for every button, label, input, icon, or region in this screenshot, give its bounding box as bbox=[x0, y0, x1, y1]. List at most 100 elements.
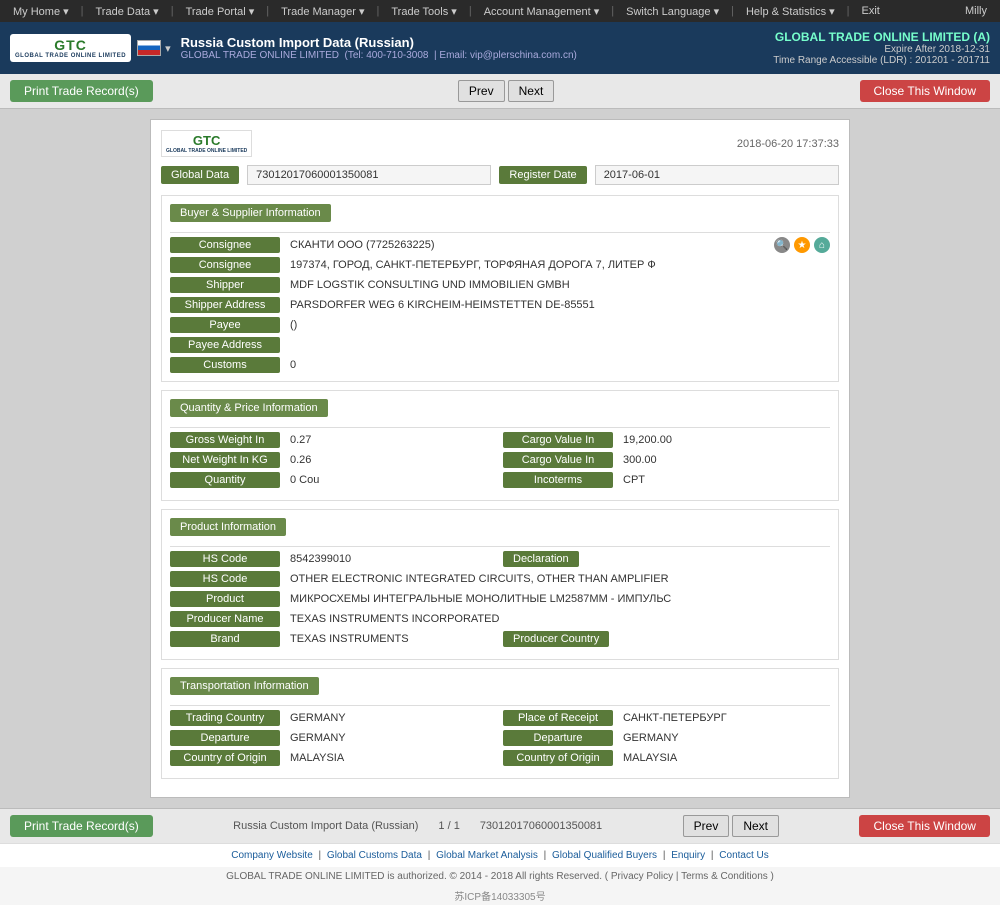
header-contact: GLOBAL TRADE ONLINE LIMITED (Tel: 400-71… bbox=[181, 50, 577, 61]
departure-label-1: Departure bbox=[170, 730, 280, 746]
footer-id: 73012017060001350081 bbox=[480, 820, 602, 832]
register-date-value: 2017-06-01 bbox=[595, 165, 839, 185]
departure-row: Departure GERMANY Departure GERMANY bbox=[170, 730, 830, 746]
quantity-label: Quantity bbox=[170, 472, 280, 488]
bottom-prev-button[interactable]: Prev bbox=[683, 815, 730, 837]
producer-name-label: Producer Name bbox=[170, 611, 280, 627]
link-market-analysis[interactable]: Global Market Analysis bbox=[436, 850, 538, 861]
producer-name-row: Producer Name TEXAS INSTRUMENTS INCORPOR… bbox=[170, 611, 830, 627]
gto-link: GLOBAL TRADE ONLINE LIMITED (A) bbox=[773, 30, 990, 44]
payee-row: Payee () bbox=[170, 317, 830, 333]
record-timestamp: 2018-06-20 17:37:33 bbox=[737, 138, 839, 150]
buyer-supplier-section: Buyer & Supplier Information Consignee С… bbox=[161, 195, 839, 382]
brand-value: TEXAS INSTRUMENTS bbox=[286, 631, 497, 647]
register-date-label: Register Date bbox=[499, 166, 586, 184]
record-card: GTC GLOBAL TRADE ONLINE LIMITED 2018-06-… bbox=[150, 119, 850, 798]
link-contact[interactable]: Contact Us bbox=[719, 850, 768, 861]
trading-country-label: Trading Country bbox=[170, 710, 280, 726]
nav-help[interactable]: Help & Statistics ▾ bbox=[741, 5, 840, 18]
country-origin-row: Country of Origin MALAYSIA Country of Or… bbox=[170, 750, 830, 766]
nav-tradetools[interactable]: Trade Tools ▾ bbox=[386, 5, 461, 18]
transportation-header: Transportation Information bbox=[170, 677, 830, 701]
logo-area: GTC GLOBAL TRADE ONLINE LIMITED ▾ bbox=[10, 34, 171, 62]
incoterms-label: Incoterms bbox=[503, 472, 613, 488]
producer-name-value: TEXAS INSTRUMENTS INCORPORATED bbox=[286, 611, 830, 627]
copyright-text: GLOBAL TRADE ONLINE LIMITED is authorize… bbox=[0, 867, 1000, 886]
country-info: Russia Custom Import Data (Russian) GLOB… bbox=[181, 35, 577, 61]
nav-account[interactable]: Account Management ▾ bbox=[479, 5, 605, 18]
logo-gto: GTC bbox=[54, 37, 87, 53]
product-value: МИКРОСХЕМЫ ИНТЕГРАЛЬНЫЕ МОНОЛИТНЫЕ LM258… bbox=[286, 591, 830, 607]
payee-address-value bbox=[286, 343, 830, 347]
nav-exit[interactable]: Exit bbox=[857, 5, 885, 17]
link-global-customs[interactable]: Global Customs Data bbox=[327, 850, 422, 861]
quantity-price-section: Quantity & Price Information Gross Weigh… bbox=[161, 390, 839, 501]
record-logo-box: GTC GLOBAL TRADE ONLINE LIMITED bbox=[161, 130, 252, 157]
top-prev-button[interactable]: Prev bbox=[458, 80, 505, 102]
header-right: GLOBAL TRADE ONLINE LIMITED (A) Expire A… bbox=[773, 30, 990, 66]
brand-label: Brand bbox=[170, 631, 280, 647]
departure-label-2: Departure bbox=[503, 730, 613, 746]
product-row: Product МИКРОСХЕМЫ ИНТЕГРАЛЬНЫЕ МОНОЛИТН… bbox=[170, 591, 830, 607]
nav-language[interactable]: Switch Language ▾ bbox=[621, 5, 724, 18]
consignee-value-1: СКАНТИ ООО (7725263225) bbox=[286, 237, 768, 253]
nav-trademanager[interactable]: Trade Manager ▾ bbox=[276, 5, 369, 18]
top-navigation: My Home ▾ | Trade Data ▾ | Trade Portal … bbox=[0, 0, 1000, 22]
shipper-label: Shipper bbox=[170, 277, 280, 293]
link-company-website[interactable]: Company Website bbox=[231, 850, 313, 861]
top-next-button[interactable]: Next bbox=[508, 80, 555, 102]
link-qualified-buyers[interactable]: Global Qualified Buyers bbox=[552, 850, 657, 861]
product-label: Product bbox=[170, 591, 280, 607]
global-data-label: Global Data bbox=[161, 166, 239, 184]
bottom-links: Company Website | Global Customs Data | … bbox=[0, 843, 1000, 867]
transportation-section: Transportation Information Trading Count… bbox=[161, 668, 839, 779]
top-print-button[interactable]: Print Trade Record(s) bbox=[10, 80, 153, 102]
record-logo: GTC GLOBAL TRADE ONLINE LIMITED bbox=[161, 130, 252, 157]
customs-label: Customs bbox=[170, 357, 280, 373]
country-origin-value-2: MALAYSIA bbox=[619, 750, 830, 766]
home-icon[interactable]: ⌂ bbox=[814, 237, 830, 253]
nav-tradedata[interactable]: Trade Data ▾ bbox=[91, 5, 164, 18]
flag-icon bbox=[137, 40, 161, 56]
declaration-button[interactable]: Declaration bbox=[503, 551, 579, 567]
nav-tradeportal[interactable]: Trade Portal ▾ bbox=[181, 5, 260, 18]
producer-country-button[interactable]: Producer Country bbox=[503, 631, 609, 647]
star-icon[interactable]: ★ bbox=[794, 237, 810, 253]
country-origin-value-1: MALAYSIA bbox=[286, 750, 497, 766]
quantity-price-header: Quantity & Price Information bbox=[170, 399, 830, 423]
trading-country-value: GERMANY bbox=[286, 710, 497, 726]
bottom-print-button[interactable]: Print Trade Record(s) bbox=[10, 815, 153, 837]
consignee-row-2: Consignee 197374, ГОРОД, САНКТ-ПЕТЕРБУРГ… bbox=[170, 257, 830, 273]
payee-address-label: Payee Address bbox=[170, 337, 280, 353]
footer-info: Russia Custom Import Data (Russian) 1 / … bbox=[233, 820, 602, 832]
footer-source: Russia Custom Import Data (Russian) bbox=[233, 820, 418, 832]
departure-value-2: GERMANY bbox=[619, 730, 830, 746]
global-data-row: Global Data 73012017060001350081 Registe… bbox=[161, 165, 839, 185]
flag-area: ▾ bbox=[137, 40, 171, 56]
buyer-supplier-header: Buyer & Supplier Information bbox=[170, 204, 830, 228]
incoterms-value: CPT bbox=[619, 472, 830, 488]
hs-code-top-row: HS Code 8542399010 Declaration bbox=[170, 551, 830, 567]
net-weight-row: Net Weight In KG 0.26 Cargo Value In 300… bbox=[170, 452, 830, 468]
top-close-button[interactable]: Close This Window bbox=[860, 80, 990, 102]
hs-desc-row: HS Code OTHER ELECTRONIC INTEGRATED CIRC… bbox=[170, 571, 830, 587]
product-header: Product Information bbox=[170, 518, 830, 542]
consignee-label-2: Consignee bbox=[170, 257, 280, 273]
top-toolbar: Print Trade Record(s) Prev Next Close Th… bbox=[0, 74, 1000, 109]
flag-dropdown[interactable]: ▾ bbox=[165, 42, 171, 55]
hs-code-value-1: 8542399010 bbox=[286, 551, 497, 567]
nav-myhome[interactable]: My Home ▾ bbox=[8, 5, 74, 18]
departure-value-1: GERMANY bbox=[286, 730, 497, 746]
time-range: Time Range Accessible (LDR) : 201201 - 2… bbox=[773, 55, 990, 66]
link-enquiry[interactable]: Enquiry bbox=[671, 850, 705, 861]
net-weight-value: 0.26 bbox=[286, 452, 497, 468]
net-weight-label: Net Weight In KG bbox=[170, 452, 280, 468]
consignee-row-1: Consignee СКАНТИ ООО (7725263225) 🔍 ★ ⌂ bbox=[170, 237, 830, 253]
cargo-value-1: 19,200.00 bbox=[619, 432, 830, 448]
cargo-value-label-1: Cargo Value In bbox=[503, 432, 613, 448]
place-of-receipt-value: САНКТ-ПЕТЕРБУРГ bbox=[619, 710, 830, 726]
bottom-next-button[interactable]: Next bbox=[732, 815, 779, 837]
search-icon[interactable]: 🔍 bbox=[774, 237, 790, 253]
shipper-row: Shipper MDF LOGSTIK CONSULTING UND IMMOB… bbox=[170, 277, 830, 293]
bottom-close-button[interactable]: Close This Window bbox=[859, 815, 989, 837]
